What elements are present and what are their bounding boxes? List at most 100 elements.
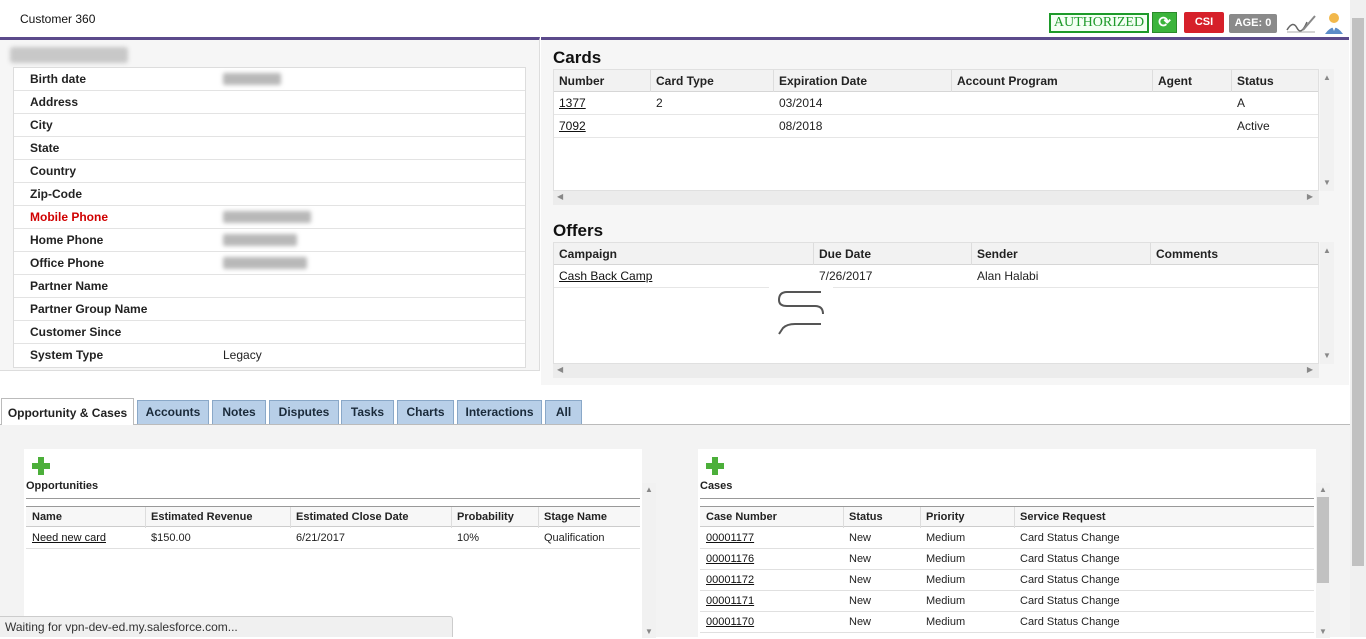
detail-label: Birth date (30, 72, 87, 86)
cases-cell: New (849, 616, 872, 628)
cases-row[interactable]: 00001170 New Medium Card Status Change (700, 612, 1314, 633)
cases-col-case-number[interactable]: Case Number (706, 511, 777, 523)
tab-opportunity-cases[interactable]: Opportunity & Cases (1, 398, 134, 425)
cards-link[interactable]: 7092 (559, 119, 586, 133)
cases-title: Cases (700, 480, 733, 492)
cases-cell: 00001171 (706, 595, 754, 607)
tab-interactions[interactable]: Interactions (457, 400, 542, 424)
signature-icon[interactable] (1285, 12, 1317, 34)
detail-row-partner-name: Partner Name (14, 275, 525, 298)
tab-disputes[interactable]: Disputes (269, 400, 339, 424)
detail-label: System Type (30, 348, 104, 362)
detail-label: Zip-Code (30, 187, 82, 201)
cases-cell: 00001170 (706, 616, 754, 628)
cases-scrollbar[interactable]: ▲ ▼ (1316, 483, 1330, 638)
cards-row[interactable]: 1377 2 03/2014 A (554, 92, 1318, 115)
opportunities-col-estimated-close-date[interactable]: Estimated Close Date (296, 511, 408, 523)
page-title: Customer 360 (20, 12, 96, 26)
cases-link[interactable]: 00001176 (706, 553, 754, 565)
cases-header: Case Number Status Priority Service Request (700, 506, 1314, 528)
cases-cell: 00001172 (706, 574, 754, 586)
opportunities-row[interactable]: Need new card $150.00 6/21/2017 10% Qualific… (26, 528, 640, 549)
detail-label: Mobile Phone (30, 210, 108, 224)
cards-cell: A (1237, 96, 1246, 110)
cards-cell: 08/2018 (779, 119, 823, 133)
tab-tasks[interactable]: Tasks (341, 400, 394, 424)
cards-col-agent[interactable]: Agent (1158, 74, 1192, 88)
cards-col-number[interactable]: Number (559, 74, 604, 88)
cases-col-priority[interactable]: Priority (926, 511, 965, 523)
cases-link[interactable]: 00001170 (706, 616, 754, 628)
offers-col-campaign[interactable]: Campaign (559, 247, 617, 261)
offers-horizontal-scrollbar[interactable]: ◀ ▶ (553, 364, 1319, 378)
detail-label: City (30, 118, 53, 132)
offers-cell: Alan Halabi (977, 269, 1039, 283)
authorized-badge[interactable]: AUTHORIZED (1049, 13, 1149, 33)
tab-charts[interactable]: Charts (397, 400, 454, 424)
detail-row-zip-code: Zip-Code (14, 183, 525, 206)
redacted-value (223, 234, 297, 246)
tab-notes[interactable]: Notes (212, 400, 266, 424)
cases-scroll-thumb[interactable] (1317, 497, 1329, 583)
cases-col-status[interactable]: Status (849, 511, 883, 523)
cards-header: Number Card Type Expiration Date Account Pr… (554, 70, 1318, 92)
cards-col-card-type[interactable]: Card Type (656, 74, 714, 88)
cases-row[interactable]: 00001171 New Medium Card Status Change (700, 591, 1314, 612)
detail-label: Address (30, 95, 79, 109)
detail-row-customer-since: Customer Since (14, 321, 525, 344)
tab-all[interactable]: All (545, 400, 582, 424)
page-scroll-thumb[interactable] (1352, 18, 1364, 566)
opportunities-panel: Opportunities Name Estimated Revenue Estim… (24, 449, 642, 639)
opportunities-link[interactable]: Need new card (32, 532, 106, 544)
cases-cell: Medium (926, 595, 966, 607)
cases-cell: Medium (926, 553, 966, 565)
cases-link[interactable]: 00001171 (706, 595, 754, 607)
opportunities-title: Opportunities (26, 480, 99, 492)
opportunities-col-probability[interactable]: Probability (457, 511, 514, 523)
cards-col-status[interactable]: Status (1237, 74, 1274, 88)
csi-button[interactable]: CSI (1184, 12, 1224, 33)
cases-row[interactable]: 00001172 New Medium Card Status Change (700, 570, 1314, 591)
detail-row-home-phone: Home Phone (14, 229, 525, 252)
offers-col-sender[interactable]: Sender (977, 247, 1018, 261)
customer-detail-table: Birth date Address City State Country Zip-Cod… (13, 67, 526, 368)
cards-cell: 7092 (559, 119, 586, 133)
opportunities-col-estimated-revenue[interactable]: Estimated Revenue (151, 511, 252, 523)
cards-link[interactable]: 1377 (559, 96, 586, 110)
offers-row[interactable]: Cash Back Camp 7/26/2017 Alan Halabi (554, 265, 1318, 288)
cases-row[interactable]: 00001176 New Medium Card Status Change (700, 549, 1314, 570)
cases-cell: New (849, 574, 872, 586)
detail-row-address: Address (14, 91, 525, 114)
cases-cell: Card Status Change (1020, 553, 1120, 565)
add-opportunity-icon[interactable] (32, 457, 50, 475)
opportunities-col-stage-name[interactable]: Stage Name (544, 511, 607, 523)
opportunities-scrollbar[interactable]: ▲ ▼ (642, 483, 656, 638)
cases-cell: Medium (926, 574, 966, 586)
detail-row-partner-group-name: Partner Group Name (14, 298, 525, 321)
cases-link[interactable]: 00001177 (706, 532, 754, 544)
cards-col-expiration-date[interactable]: Expiration Date (779, 74, 867, 88)
offers-link[interactable]: Cash Back Camp (559, 269, 652, 283)
cases-panel: Cases Case Number Status Priority Service R… (698, 449, 1316, 639)
detail-label: State (30, 141, 60, 155)
cards-row[interactable]: 7092 08/2018 Active (554, 115, 1318, 138)
cards-vertical-scrollbar[interactable]: ▲ ▼ (1320, 69, 1334, 191)
refresh-icon[interactable]: ⟳ (1152, 12, 1177, 33)
offers-col-due-date[interactable]: Due Date (819, 247, 871, 261)
detail-value: Legacy (223, 348, 262, 362)
offers-vertical-scrollbar[interactable]: ▲ ▼ (1320, 242, 1334, 364)
cases-col-service-request[interactable]: Service Request (1020, 511, 1106, 523)
cases-row[interactable]: 00001177 New Medium Card Status Change (700, 528, 1314, 549)
page-scrollbar[interactable] (1350, 0, 1366, 637)
cards-horizontal-scrollbar[interactable]: ◀ ▶ (553, 191, 1319, 205)
cards-col-account-program[interactable]: Account Program (957, 74, 1058, 88)
user-icon[interactable] (1322, 11, 1346, 35)
add-case-icon[interactable] (706, 457, 724, 475)
opportunities-col-name[interactable]: Name (32, 511, 62, 523)
tab-accounts[interactable]: Accounts (137, 400, 209, 424)
detail-label: Office Phone (30, 256, 105, 270)
detail-row-system-type: System Type Legacy (14, 344, 525, 367)
offers-col-comments[interactable]: Comments (1156, 247, 1218, 261)
cases-cell: Card Status Change (1020, 595, 1120, 607)
cases-link[interactable]: 00001172 (706, 574, 754, 586)
